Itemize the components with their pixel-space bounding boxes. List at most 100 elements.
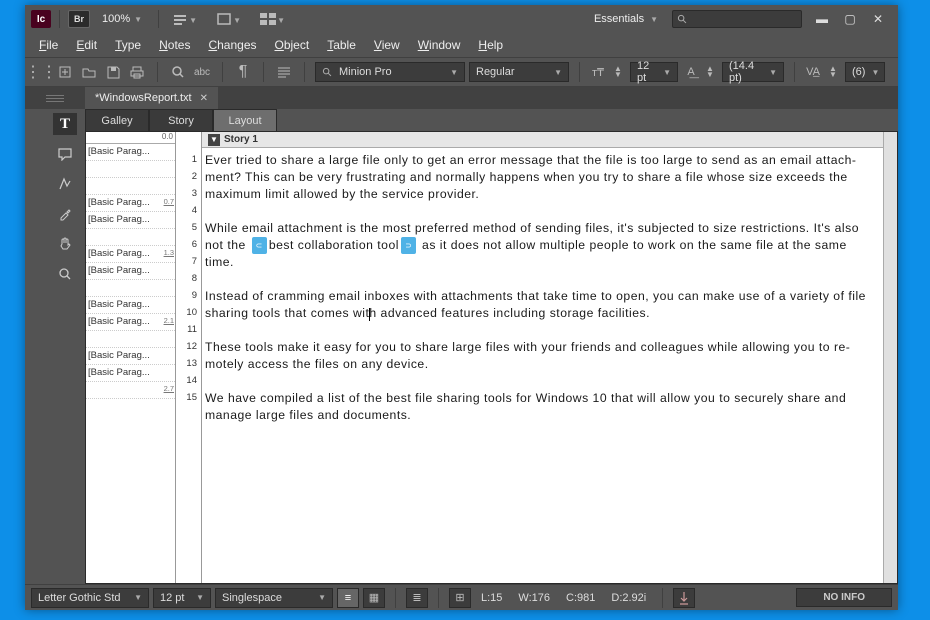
style-gutter-row: [Basic Parag... [86,348,175,365]
panel-collapse-grip[interactable] [25,87,85,109]
story-body[interactable]: Ever tried to share a large file only to… [202,148,883,424]
menu-view[interactable]: View [366,35,408,55]
text-caret [369,308,370,321]
status-font-combo[interactable]: Letter Gothic Std▼ [31,588,149,608]
workspace-switcher[interactable]: Essentials ▼ [586,13,666,25]
style-gutter-row [86,280,175,297]
hand-tool[interactable] [53,233,77,255]
menu-object[interactable]: Object [267,35,318,55]
stepper-up-down[interactable]: ▲▼ [610,64,626,80]
font-family-combo[interactable]: Minion Pro▼ [315,62,465,82]
story-line[interactable]: While email attachment is the most prefe… [205,220,877,237]
story-line[interactable]: maximum limit allowed by the service pro… [205,186,877,203]
menu-type[interactable]: Type [107,35,149,55]
line-number: 2 [176,171,201,188]
bridge-icon[interactable]: Br [68,10,90,28]
zoom-tool[interactable] [53,263,77,285]
zoom-level[interactable]: 100% ▼ [96,11,148,27]
story-line[interactable] [205,322,877,339]
menu-changes[interactable]: Changes [200,35,264,55]
story-line[interactable] [205,373,877,390]
maximize-button[interactable]: ▢ [836,8,864,30]
style-gutter-row: [Basic Parag... [86,297,175,314]
galley-toggle[interactable]: ≡ [337,588,359,608]
view-tab-galley[interactable]: Galley [85,109,149,131]
font-style-combo[interactable]: Regular▼ [469,62,569,82]
line-number: 12 [176,341,201,358]
note-tool[interactable] [53,143,77,165]
view-tab-layout[interactable]: Layout [213,109,277,131]
save-icon[interactable] [103,62,123,82]
hyperlink-close-marker[interactable]: ⊃ [401,237,416,254]
story-line[interactable]: Instead of cramming email inboxes with a… [205,288,877,305]
story-header[interactable]: ▼ Story 1 [202,132,883,148]
close-button[interactable]: ✕ [864,8,892,30]
leading-combo[interactable]: (14.4 pt)▼ [722,62,784,82]
font-size-combo[interactable]: 12 pt▼ [630,62,678,82]
main-area: T GalleyStoryLayout 0.0[Basic Parag...[B… [25,109,898,584]
menu-table[interactable]: Table [319,35,364,55]
style-gutter-row [86,178,175,195]
find-icon[interactable] [168,62,188,82]
style-gutter-row: [Basic Parag...1.3 [86,246,175,263]
menu-help[interactable]: Help [470,35,511,55]
view-tab-story[interactable]: Story [149,109,213,131]
position-tool[interactable] [53,173,77,195]
story-line[interactable]: Ever tried to share a large file only to… [205,152,877,169]
close-tab-icon[interactable]: ✕ [200,93,208,104]
menu-file[interactable]: File [31,35,66,55]
chevron-down-icon: ▼ [134,15,142,24]
tracking-combo[interactable]: (6)▼ [845,62,885,82]
new-icon[interactable] [55,62,75,82]
story-dropdown-icon[interactable]: ▼ [208,134,220,146]
line-number-gutter: 123456789101112131415 [176,132,202,583]
align-toggle[interactable]: ≣ [406,588,428,608]
view-options-icon[interactable]: ▼ [169,8,191,30]
story-line[interactable]: We have compiled a list of the best file… [205,390,877,407]
search-icon [322,67,333,78]
eyedropper-tool[interactable] [53,203,77,225]
story-line[interactable]: ment? This can be very frustrating and n… [205,169,877,186]
document-tab-strip: *WindowsReport.txt ✕ [25,87,898,109]
line-number: 7 [176,256,201,273]
style-gutter-row: [Basic Parag... [86,263,175,280]
line-number: 15 [176,392,201,409]
story-line[interactable]: sharing tools that comes with advanced f… [205,305,877,322]
status-parastyle-combo[interactable]: Singlespace▼ [215,588,333,608]
line-number: 11 [176,324,201,341]
copyfit-icon[interactable] [673,588,695,608]
zoom-value: 100% [102,13,130,25]
menu-edit[interactable]: Edit [68,35,105,55]
print-icon[interactable] [127,62,147,82]
story-line[interactable]: motely access the files on any device. [205,356,877,373]
story-line[interactable]: These tools make it easy for you to shar… [205,339,877,356]
document-tab[interactable]: *WindowsReport.txt ✕ [85,87,218,109]
story-line[interactable] [205,271,877,288]
help-search[interactable] [672,10,802,28]
menu-notes[interactable]: Notes [151,35,198,55]
units-toggle[interactable]: ⊞ [449,588,471,608]
arrange-icon[interactable]: ▼ [257,8,279,30]
justify-icon[interactable] [274,62,294,82]
stepper-up-down[interactable]: ▲▼ [825,64,841,80]
story-line[interactable]: manage large files and documents. [205,407,877,424]
story-line[interactable]: not the ⊂best collaboration tool⊃ as it … [205,237,877,271]
minimize-button[interactable]: ▬ [808,8,836,30]
story-line[interactable] [205,203,877,220]
status-size-combo[interactable]: 12 pt▼ [153,588,211,608]
spellcheck-icon[interactable]: abc [192,62,212,82]
hyperlink-open-marker[interactable]: ⊂ [252,237,267,254]
line-number: 1 [176,154,201,171]
line-number: 6 [176,239,201,256]
line-number: 8 [176,273,201,290]
paragraph-icon[interactable]: ¶ [233,62,253,82]
screen-mode-icon[interactable]: ▼ [213,8,235,30]
vertical-scrollbar[interactable] [883,132,897,583]
menu-window[interactable]: Window [410,35,469,55]
stepper-up-down[interactable]: ▲▼ [702,64,718,80]
layout-toggle[interactable]: ▦ [363,588,385,608]
open-icon[interactable] [79,62,99,82]
story-editor[interactable]: ▼ Story 1 Ever tried to share a large fi… [202,132,883,583]
type-tool[interactable]: T [53,113,77,135]
titlebar: Ic Br 100% ▼ ▼ ▼ ▼ Essentials ▼ [25,5,898,33]
